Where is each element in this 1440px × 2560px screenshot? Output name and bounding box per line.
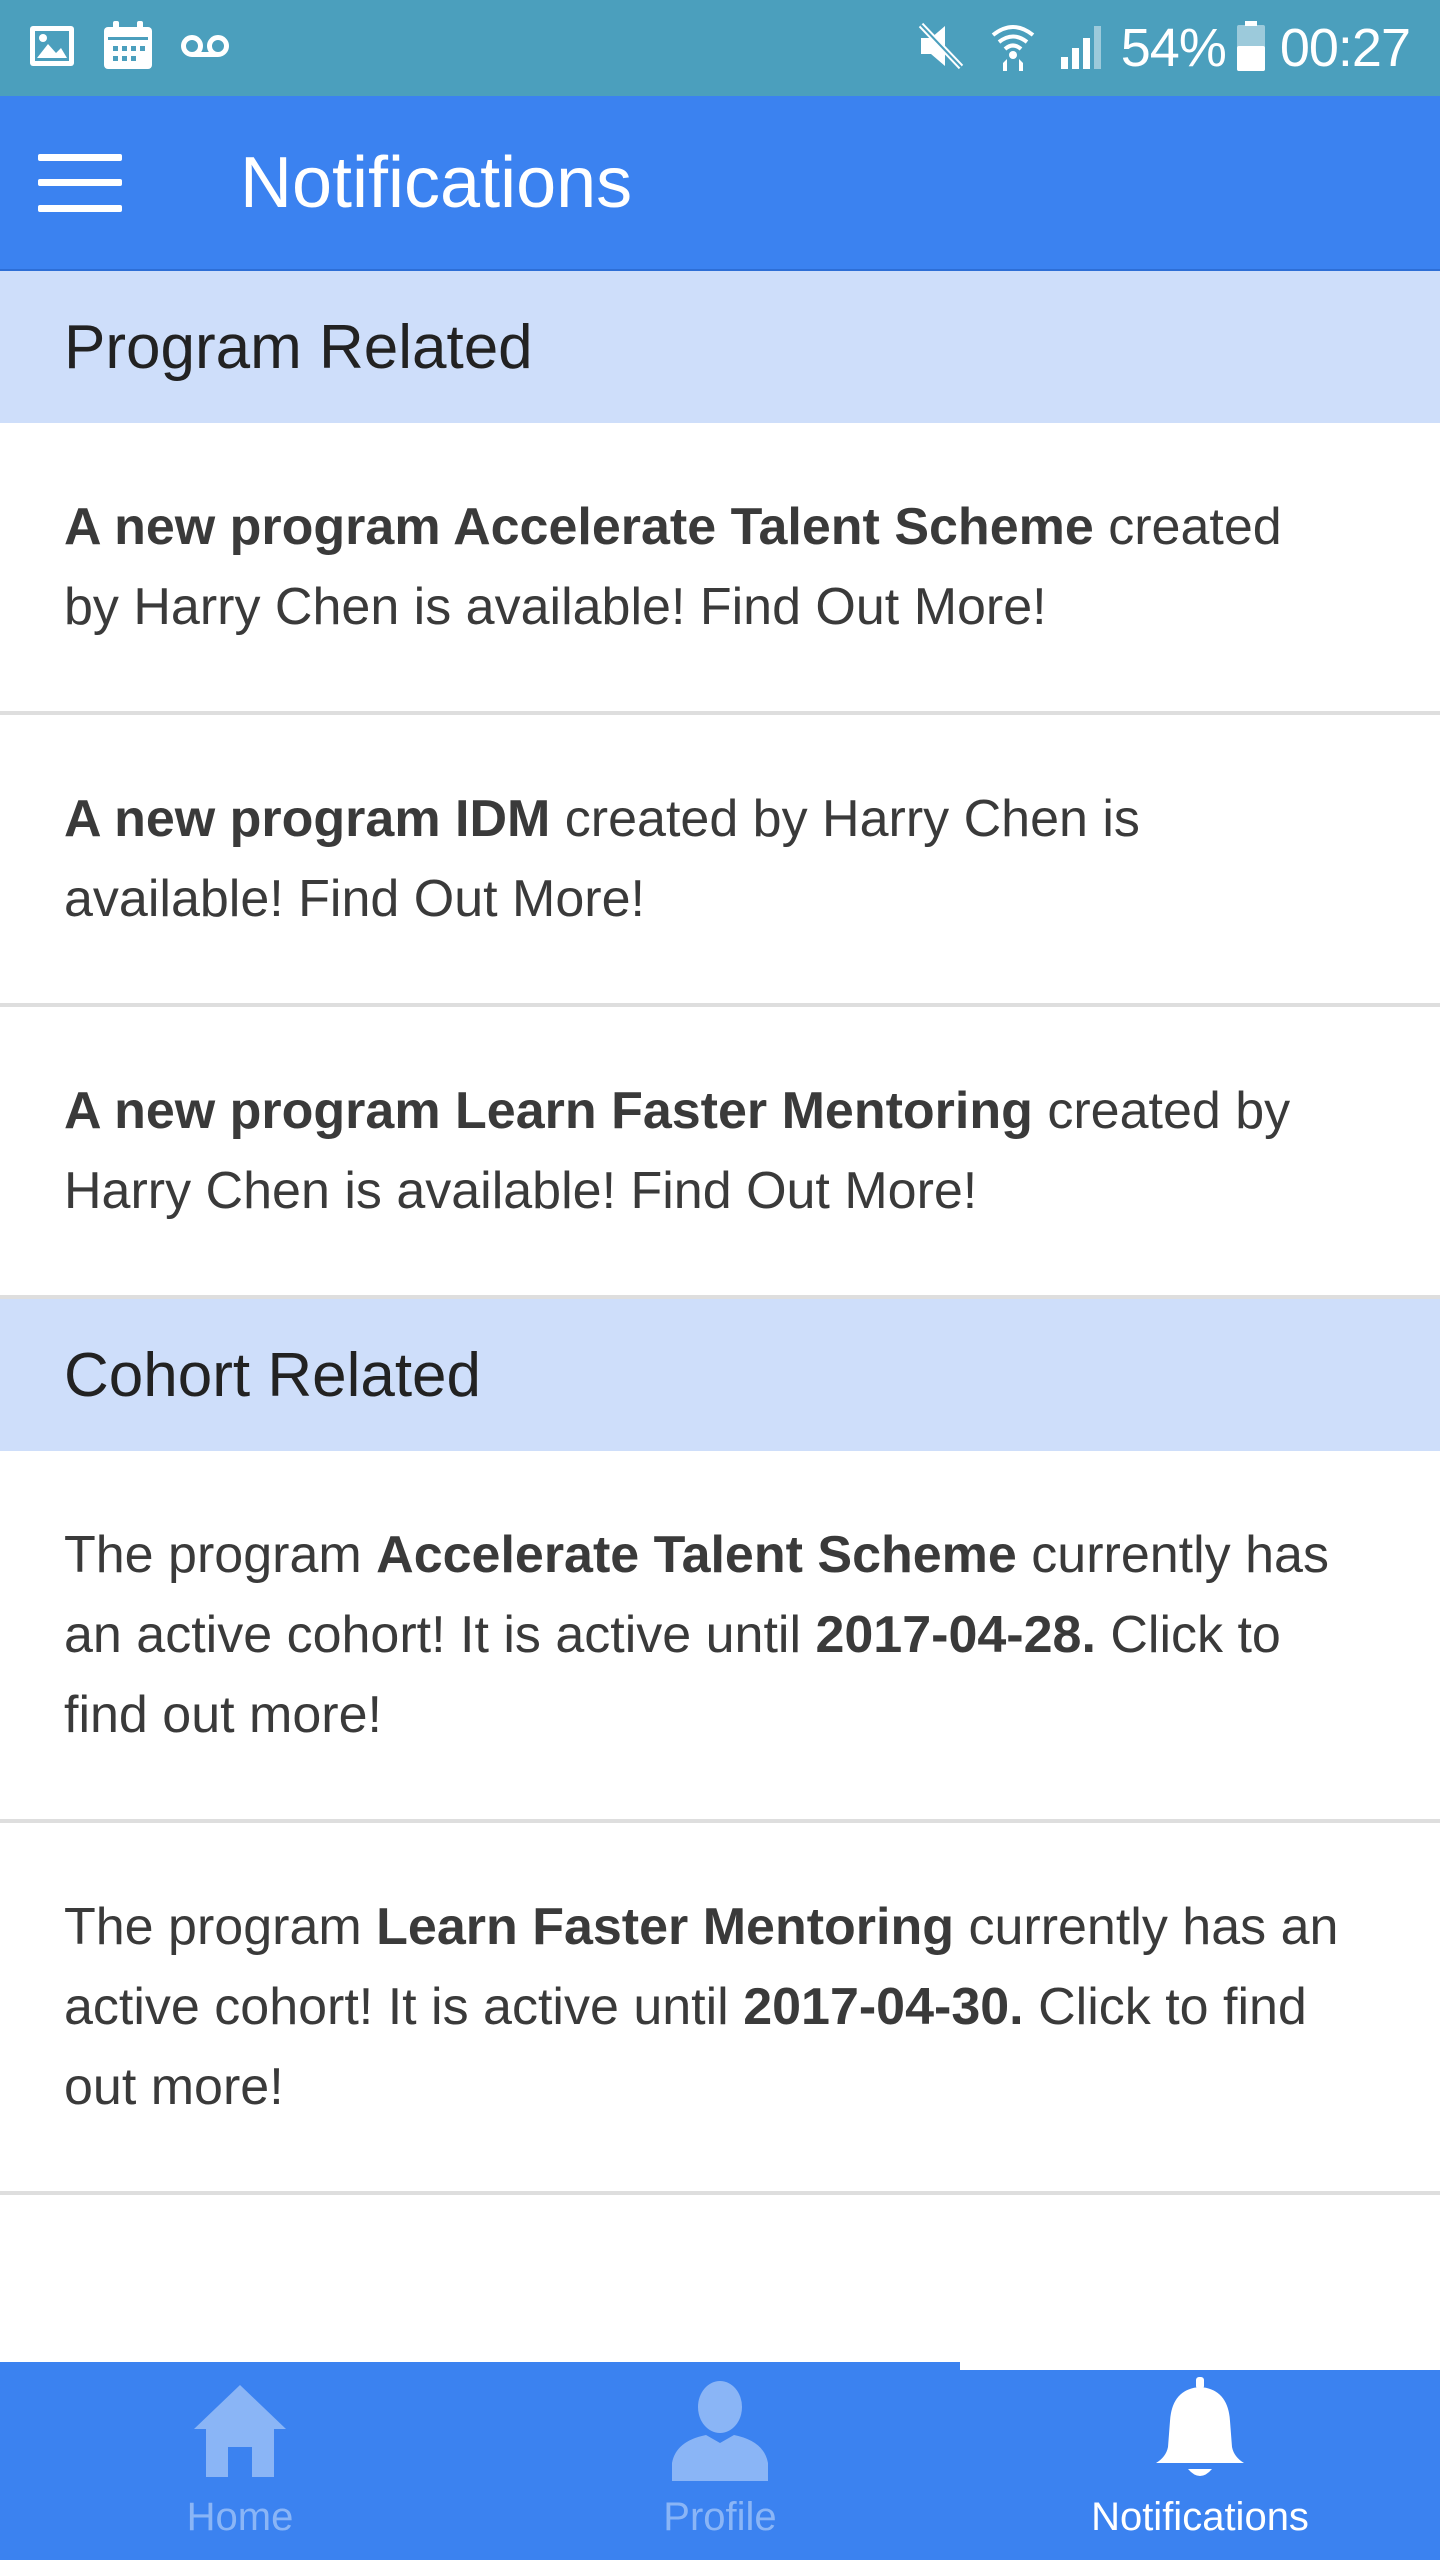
tab-home-label: Home	[186, 2495, 294, 2539]
tab-profile-label: Profile	[663, 2495, 777, 2539]
notification-program-name: Accelerate Talent Scheme	[376, 1526, 1017, 1584]
notification-item-program[interactable]: A new program IDM created by Harry Chen …	[0, 715, 1440, 1007]
notification-program-bold: A new program Learn Faster Mentoring	[64, 1082, 1033, 1140]
status-bar-notification-icons	[28, 20, 256, 76]
tab-profile[interactable]: Profile	[480, 2362, 960, 2560]
clock: 00:27	[1279, 18, 1411, 78]
notification-program-bold: A new program IDM	[64, 790, 551, 848]
notification-item-cohort[interactable]: The program Learn Faster Mentoring curre…	[0, 1823, 1440, 2195]
home-icon	[190, 2377, 290, 2481]
app-bar: Notifications	[0, 96, 1440, 271]
battery-icon	[1236, 20, 1266, 76]
tab-notifications-label: Notifications	[1091, 2495, 1309, 2539]
hamburger-icon-bottom-bar	[38, 204, 122, 212]
hamburger-icon	[38, 153, 122, 161]
notification-program-name: Learn Faster Mentoring	[376, 1898, 955, 1956]
mute-icon	[915, 21, 967, 76]
tab-notifications[interactable]: Notifications	[960, 2362, 1440, 2560]
status-bar: 54% 00:27	[0, 0, 1440, 96]
notification-date: 2017-04-28.	[815, 1606, 1096, 1664]
bottom-navigation: Home Profile Notifications	[0, 2362, 1440, 2560]
calendar-icon	[102, 20, 154, 76]
hamburger-menu-button[interactable]	[38, 153, 122, 212]
notification-item-program[interactable]: A new program Accelerate Talent Scheme c…	[0, 423, 1440, 715]
hamburger-icon-middle-bar	[38, 179, 122, 186]
notification-date: 2017-04-30.	[743, 1978, 1024, 2036]
status-bar-system-icons: 54% 00:27	[893, 18, 1411, 78]
page-title: Notifications	[240, 142, 633, 223]
signal-icon	[1059, 23, 1107, 74]
notification-item-program[interactable]: A new program Learn Faster Mentoring cre…	[0, 1007, 1440, 1299]
notification-item-cohort[interactable]: The program Accelerate Talent Scheme cur…	[0, 1451, 1440, 1823]
section-header-cohort-related: Cohort Related	[0, 1299, 1440, 1451]
voicemail-icon	[180, 34, 230, 63]
person-icon	[668, 2377, 772, 2481]
tab-home[interactable]: Home	[0, 2362, 480, 2560]
battery-percentage: 54%	[1120, 18, 1227, 78]
section-header-program-related: Program Related	[0, 271, 1440, 423]
notification-list: Program Related A new program Accelerate…	[0, 271, 1440, 2195]
wifi-icon	[989, 19, 1037, 78]
active-tab-indicator	[960, 2362, 1440, 2370]
notification-text: The program	[64, 1898, 377, 1956]
notification-program-bold: A new program Accelerate Talent Scheme	[64, 498, 1094, 556]
bell-icon	[1152, 2377, 1248, 2481]
image-icon	[28, 24, 76, 73]
notification-text: The program	[64, 1526, 377, 1584]
